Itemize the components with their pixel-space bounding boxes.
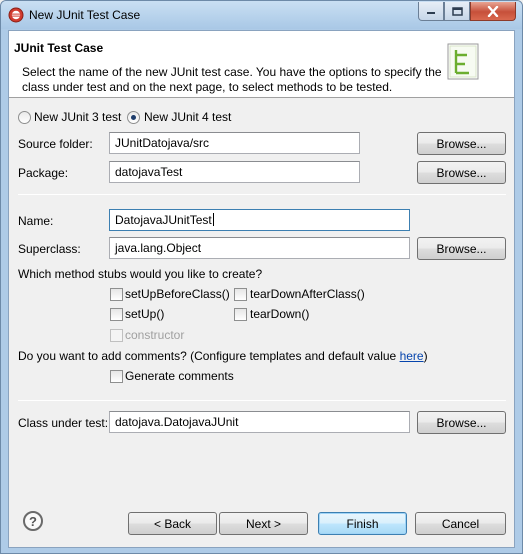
text-caret xyxy=(212,213,214,226)
maximize-button[interactable] xyxy=(444,2,470,21)
wizard-banner: JUnit Test Case Select the name of the n… xyxy=(9,31,514,98)
generate-comments-label[interactable]: Generate comments xyxy=(125,369,234,383)
superclass-label: Superclass: xyxy=(18,242,81,256)
class-under-test-label: Class under test: xyxy=(18,416,109,430)
minimize-icon xyxy=(427,12,435,14)
separator xyxy=(18,194,506,195)
minimize-button[interactable] xyxy=(418,2,444,21)
maximize-icon xyxy=(451,6,463,16)
configure-templates-link[interactable]: here xyxy=(400,349,424,363)
banner-title: JUnit Test Case xyxy=(14,41,104,55)
superclass-input[interactable]: java.lang.Object xyxy=(109,237,410,259)
source-folder-browse-button[interactable]: Browse... xyxy=(417,132,506,155)
teardownafterclass-label[interactable]: tearDownAfterClass() xyxy=(250,287,365,301)
source-folder-label: Source folder: xyxy=(18,137,93,151)
junit3-radio[interactable] xyxy=(18,111,31,124)
close-icon xyxy=(487,5,499,17)
dialog-window: New JUnit Test Case JUnit Test Case Sele… xyxy=(0,0,523,554)
cancel-button[interactable]: Cancel xyxy=(415,512,506,535)
class-under-test-input[interactable]: datojava.DatojavaJUnit xyxy=(109,411,410,433)
next-button[interactable]: Next > xyxy=(219,512,308,535)
setupbeforeclass-checkbox[interactable] xyxy=(110,288,123,301)
banner-description: Select the name of the new JUnit test ca… xyxy=(22,65,442,94)
window-title: New JUnit Test Case xyxy=(29,8,141,22)
setup-label[interactable]: setUp() xyxy=(125,307,164,321)
setup-checkbox[interactable] xyxy=(110,308,123,321)
separator xyxy=(18,400,506,401)
name-input[interactable]: DatojavaJUnitTest xyxy=(109,209,410,231)
back-button[interactable]: < Back xyxy=(128,512,217,535)
name-label-text: Name: xyxy=(18,214,54,228)
setupbeforeclass-label[interactable]: setUpBeforeClass() xyxy=(125,287,230,301)
teardownafterclass-checkbox[interactable] xyxy=(234,288,247,301)
eclipse-icon[interactable] xyxy=(8,7,24,23)
stubs-question: Which method stubs would you like to cre… xyxy=(18,267,263,281)
teardown-label[interactable]: tearDown() xyxy=(250,307,309,321)
package-browse-button[interactable]: Browse... xyxy=(417,161,506,184)
junit3-label[interactable]: New JUnit 3 test xyxy=(34,110,121,124)
constructor-checkbox xyxy=(110,329,123,342)
help-icon[interactable]: ? xyxy=(23,511,43,531)
name-input-value: DatojavaJUnitTest xyxy=(115,213,212,227)
package-input[interactable]: datojavaTest xyxy=(109,161,360,183)
comments-question-close: ) xyxy=(423,349,428,363)
generate-comments-checkbox[interactable] xyxy=(110,370,123,383)
comments-question-text: Do you want to add comments? (Configure … xyxy=(18,349,400,363)
junit4-radio[interactable] xyxy=(127,111,140,124)
junit4-label[interactable]: New JUnit 4 test xyxy=(144,110,231,124)
class-under-test-browse-button[interactable]: Browse... xyxy=(417,411,506,434)
constructor-label: constructor xyxy=(125,328,185,342)
title-bar[interactable]: New JUnit Test Case xyxy=(1,1,522,29)
superclass-browse-button[interactable]: Browse... xyxy=(417,237,506,260)
dialog-content: JUnit Test Case Select the name of the n… xyxy=(8,30,515,548)
junit-wizard-icon xyxy=(447,43,479,80)
close-button[interactable] xyxy=(470,2,516,21)
finish-button[interactable]: Finish xyxy=(318,512,407,535)
teardown-checkbox[interactable] xyxy=(234,308,247,321)
source-folder-input[interactable]: JUnitDatojava/src xyxy=(109,132,360,154)
comments-question: Do you want to add comments? (Configure … xyxy=(18,349,428,363)
package-label: Package: xyxy=(18,166,69,180)
